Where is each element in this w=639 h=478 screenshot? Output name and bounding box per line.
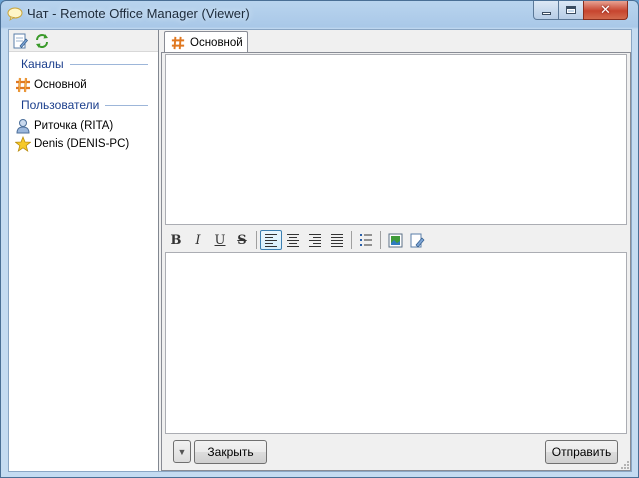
close-window-button[interactable]: ✕ bbox=[583, 1, 628, 20]
italic-button[interactable]: I bbox=[187, 230, 209, 250]
client-area: Каналы Основной Пользователи Риточка (RI… bbox=[8, 29, 632, 472]
divider bbox=[105, 104, 149, 106]
chat-window: Чат - Remote Office Manager (Viewer) ✕ К… bbox=[0, 0, 639, 478]
edit-icon bbox=[410, 233, 424, 248]
hash-channel-icon bbox=[171, 36, 185, 49]
toolbar-separator bbox=[256, 231, 257, 249]
align-right-button[interactable] bbox=[304, 230, 326, 250]
contacts-toolbar bbox=[9, 30, 158, 52]
refresh-arrows-icon[interactable] bbox=[34, 33, 50, 49]
close-button[interactable]: Закрыть bbox=[194, 440, 267, 464]
user-icon bbox=[16, 119, 30, 134]
bullet-list-button[interactable] bbox=[355, 230, 377, 250]
edit-document-icon[interactable] bbox=[12, 33, 28, 49]
align-justify-button[interactable] bbox=[326, 230, 348, 250]
align-right-icon bbox=[309, 233, 321, 247]
align-left-button[interactable] bbox=[260, 230, 282, 250]
channels-header-label: Каналы bbox=[21, 57, 64, 71]
bold-icon: B bbox=[170, 232, 182, 248]
format-toolbar: B I U S bbox=[165, 229, 627, 251]
users-header-label: Пользователи bbox=[21, 98, 100, 112]
user-item-rita[interactable]: Риточка (RITA) bbox=[15, 118, 113, 134]
star-icon bbox=[15, 136, 31, 152]
toolbar-separator bbox=[380, 231, 381, 249]
channel-item-label: Основной bbox=[34, 79, 87, 91]
maximize-icon bbox=[566, 6, 576, 14]
toolbar-separator bbox=[351, 231, 352, 249]
chat-bubble-icon bbox=[7, 7, 23, 21]
align-left-icon bbox=[265, 233, 277, 247]
tab-label: Основной bbox=[190, 36, 243, 49]
send-button[interactable]: Отправить bbox=[545, 440, 618, 464]
channels-group-header: Каналы bbox=[21, 57, 148, 71]
insert-image-icon bbox=[388, 233, 402, 247]
underline-icon: U bbox=[214, 232, 226, 248]
user-item-label: Риточка (RITA) bbox=[34, 120, 114, 132]
close-icon: ✕ bbox=[600, 2, 611, 18]
user-item-label: Denis (DENIS-PC) bbox=[34, 138, 130, 150]
message-compose-input[interactable] bbox=[165, 252, 627, 434]
channel-item-main[interactable]: Основной bbox=[15, 77, 87, 93]
italic-icon: I bbox=[195, 232, 201, 248]
message-history[interactable] bbox=[165, 54, 627, 225]
align-center-icon bbox=[287, 233, 299, 247]
maximize-button[interactable] bbox=[558, 1, 584, 20]
underline-button[interactable]: U bbox=[209, 230, 231, 250]
users-group-header: Пользователи bbox=[21, 98, 149, 112]
align-center-button[interactable] bbox=[282, 230, 304, 250]
minimize-icon bbox=[541, 11, 551, 15]
chevron-down-icon: ▼ bbox=[177, 446, 187, 457]
align-justify-icon bbox=[331, 233, 343, 247]
hash-channel-icon bbox=[16, 77, 30, 93]
bold-button[interactable]: B bbox=[165, 230, 187, 250]
chat-tab-content: B I U S ▼ Закрыть Отправить bbox=[161, 52, 631, 471]
contacts-panel: Каналы Основной Пользователи Риточка (RI… bbox=[9, 30, 159, 471]
bottom-bar: ▼ Закрыть Отправить bbox=[165, 437, 627, 469]
insert-image-button[interactable] bbox=[384, 230, 406, 250]
minimize-button[interactable] bbox=[533, 1, 559, 20]
resize-grip-icon[interactable] bbox=[620, 460, 630, 470]
user-item-denis[interactable]: Denis (DENIS-PC) bbox=[15, 136, 129, 152]
title-bar[interactable]: Чат - Remote Office Manager (Viewer) ✕ bbox=[1, 1, 638, 27]
strikethrough-button[interactable]: S bbox=[231, 230, 253, 250]
divider bbox=[69, 63, 148, 65]
tab-main-channel[interactable]: Основной bbox=[164, 31, 248, 53]
strikethrough-icon: S bbox=[237, 232, 247, 248]
window-title: Чат - Remote Office Manager (Viewer) bbox=[27, 6, 250, 21]
options-dropdown-button[interactable]: ▼ bbox=[173, 440, 191, 463]
bullet-list-icon bbox=[360, 234, 372, 246]
tab-strip: Основной bbox=[161, 30, 631, 53]
edit-button[interactable] bbox=[406, 230, 428, 250]
